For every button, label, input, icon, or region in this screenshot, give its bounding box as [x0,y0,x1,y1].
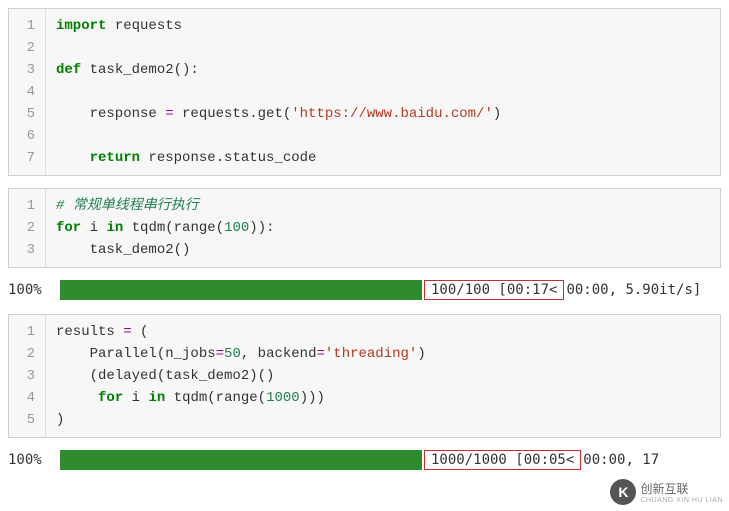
keyword: import [56,18,106,34]
logo-subtext: CHUANG XIN HU LIAN [640,497,723,504]
code-line [56,81,710,103]
line-number: 7 [9,147,45,169]
code-text: Parallel(n_jobs [56,346,216,362]
code-text: ))) [300,390,325,406]
code-block-1: 1 2 3 4 5 6 7 import requests def task_d… [8,8,721,176]
code-line: response = requests.get('https://www.bai… [56,103,710,125]
code-body: results = ( Parallel(n_jobs=50, backend=… [46,315,720,437]
line-number: 2 [9,343,45,365]
progress-percent: 100% [8,452,60,468]
progress-track [60,280,422,300]
keyword: for [98,390,123,406]
code-line: Parallel(n_jobs=50, backend='threading') [56,343,710,365]
progress-bar-2: 100% 1000/1000 [00:05<00:00, 17 [8,450,721,470]
code-text: results [56,324,123,340]
progress-tail: 00:00, 17 [581,452,659,468]
keyword: for [56,220,81,236]
number: 100 [224,220,249,236]
line-number: 2 [9,217,45,239]
line-number: 1 [9,195,45,217]
line-number: 3 [9,365,45,387]
code-text: i [123,390,148,406]
code-text: task_demo2() [56,242,190,258]
code-line: ) [56,409,710,431]
code-text: tqdm(range( [123,220,224,236]
logo-text: 创新互联 [640,480,723,497]
line-gutter: 1 2 3 4 5 6 7 [9,9,46,175]
code-line [56,37,710,59]
keyword: def [56,62,81,78]
keyword: in [106,220,123,236]
code-text: , backend [241,346,317,362]
operator: = [165,106,173,122]
number: 50 [224,346,241,362]
keyword: return [90,150,140,166]
code-block-2: 1 2 3 # 常规单线程串行执行 for i in tqdm(range(10… [8,188,721,268]
operator: = [216,346,224,362]
code-text: ( [132,324,149,340]
code-text: )): [249,220,274,236]
number: 1000 [266,390,300,406]
line-number: 5 [9,103,45,125]
line-number: 4 [9,81,45,103]
code-line: def task_demo2(): [56,59,710,81]
code-text: tqdm(range( [165,390,266,406]
code-line: task_demo2() [56,239,710,261]
comment: # 常规单线程串行执行 [56,198,199,214]
code-text: response.status_code [140,150,316,166]
operator: = [316,346,324,362]
code-line: import requests [56,15,710,37]
line-number: 1 [9,321,45,343]
progress-fill [60,280,422,300]
code-text: requests [106,18,182,34]
code-text: (delayed(task_demo2)() [56,368,274,384]
code-text: ) [56,412,64,428]
progress-highlight-box: 100/100 [00:17< [424,280,564,300]
operator: = [123,324,131,340]
string-literal: 'threading' [325,346,417,362]
progress-track [60,450,422,470]
watermark-logo: K 创新互联 CHUANG XIN HU LIAN [610,479,723,505]
line-number: 4 [9,387,45,409]
line-gutter: 1 2 3 4 5 [9,315,46,437]
line-number: 5 [9,409,45,431]
code-text: i [81,220,106,236]
code-body: import requests def task_demo2(): respon… [46,9,720,175]
code-body: # 常规单线程串行执行 for i in tqdm(range(100)): t… [46,189,720,267]
logo-badge: K [610,479,636,505]
code-text: task_demo2(): [81,62,199,78]
code-text: response [56,106,165,122]
keyword: in [148,390,165,406]
code-line: results = ( [56,321,710,343]
progress-fill [60,450,422,470]
code-line: for i in tqdm(range(1000))) [56,387,710,409]
line-number: 3 [9,239,45,261]
progress-highlight-box: 1000/1000 [00:05< [424,450,581,470]
code-text: ) [417,346,425,362]
progress-bar-1: 100% 100/100 [00:17<00:00, 5.90it/s] [8,280,721,300]
line-number: 6 [9,125,45,147]
progress-percent: 100% [8,282,60,298]
line-gutter: 1 2 3 [9,189,46,267]
code-line: return response.status_code [56,147,710,169]
indent [56,150,90,166]
code-text: requests.get( [174,106,292,122]
string-literal: 'https://www.baidu.com/' [291,106,493,122]
line-number: 1 [9,15,45,37]
progress-tail: 00:00, 5.90it/s] [564,282,701,298]
code-line: # 常规单线程串行执行 [56,195,710,217]
code-line: for i in tqdm(range(100)): [56,217,710,239]
code-line [56,125,710,147]
code-text: ) [493,106,501,122]
line-number: 3 [9,59,45,81]
code-line: (delayed(task_demo2)() [56,365,710,387]
line-number: 2 [9,37,45,59]
indent [56,390,98,406]
code-block-3: 1 2 3 4 5 results = ( Parallel(n_jobs=50… [8,314,721,438]
